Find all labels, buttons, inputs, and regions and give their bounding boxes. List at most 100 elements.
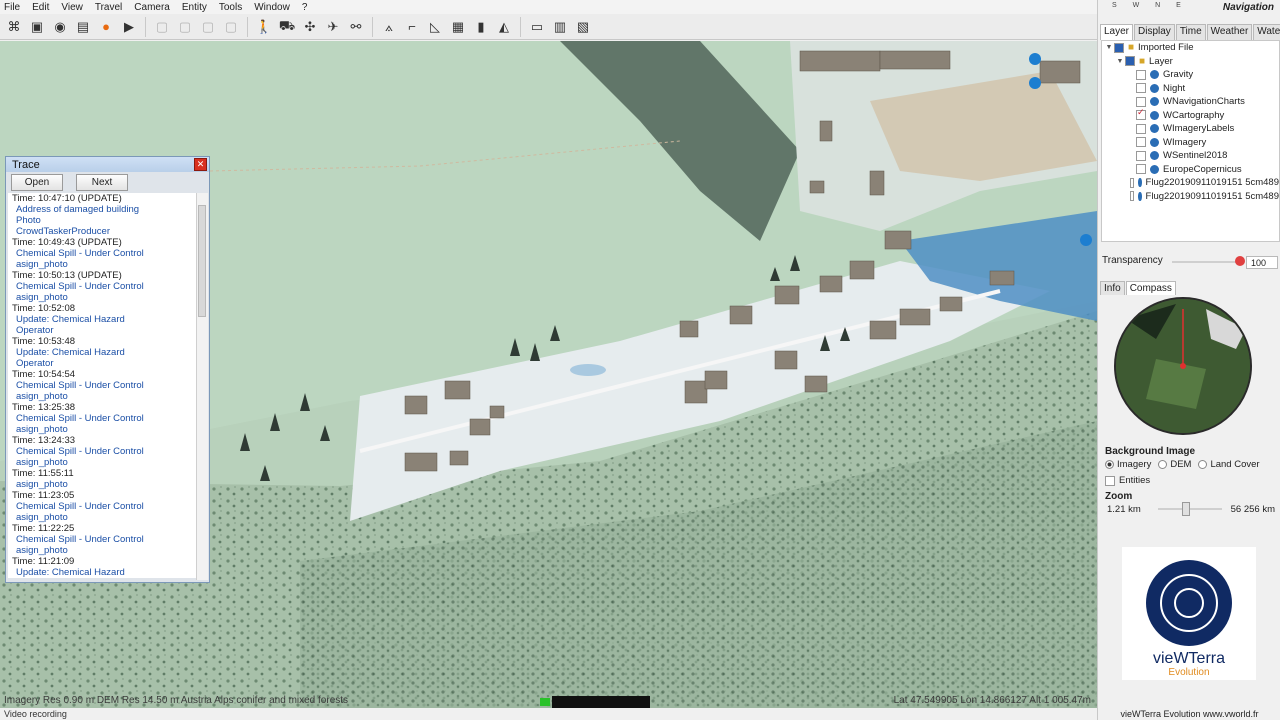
layer-checkbox[interactable]: [1125, 56, 1135, 67]
trace-link[interactable]: Update: Chemical Hazard: [12, 314, 197, 325]
layer-row[interactable]: Gravity: [1102, 68, 1279, 82]
tab-info[interactable]: Info: [1100, 281, 1125, 295]
layer-checkbox[interactable]: [1136, 164, 1146, 175]
layer-row[interactable]: ▼ ■ Layer: [1102, 55, 1279, 69]
layout-icon[interactable]: ▥: [550, 17, 570, 37]
menu-window[interactable]: Window: [250, 2, 298, 13]
trace-link[interactable]: Update: Chemical Hazard: [12, 347, 197, 358]
panel-icon[interactable]: ▧: [573, 17, 593, 37]
radio-button[interactable]: [1105, 460, 1114, 469]
layer-row[interactable]: ▼ ■ Imported File: [1102, 41, 1279, 55]
terrain-icon[interactable]: ◭: [494, 17, 514, 37]
trace-list[interactable]: Time: 10:47:10 (UPDATE) Address of damage…: [8, 193, 197, 578]
entities-checkbox[interactable]: [1105, 475, 1115, 486]
menu-file[interactable]: File: [0, 2, 28, 13]
next-button[interactable]: Next: [76, 173, 128, 191]
export-icon[interactable]: ▣: [27, 17, 47, 37]
trace-link[interactable]: Chemical Spill - Under Control: [12, 413, 197, 424]
walk-icon[interactable]: 🚶: [254, 17, 274, 37]
trace-link[interactable]: Chemical Spill - Under Control: [12, 248, 197, 259]
layer-row[interactable]: Flug220190911019151 5cm489: [1102, 190, 1279, 204]
tab-display[interactable]: Display: [1134, 24, 1175, 40]
trace-title-bar[interactable]: Trace ✕: [6, 157, 209, 172]
layer-checkbox[interactable]: [1129, 177, 1135, 188]
layer-row[interactable]: WSentinel2018: [1102, 149, 1279, 163]
trace-link[interactable]: asign_photo: [12, 479, 197, 490]
camera-icon[interactable]: ⌘: [4, 17, 24, 37]
menu-travel[interactable]: Travel: [91, 2, 130, 13]
compass-minimap[interactable]: [1114, 297, 1252, 435]
bg-option-imagery[interactable]: Imagery: [1105, 459, 1151, 470]
trace-link[interactable]: Operator: [12, 325, 197, 336]
trace-scrollbar[interactable]: [196, 193, 208, 580]
slope-icon[interactable]: ◺: [425, 17, 445, 37]
trace-link[interactable]: CrowdTaskerProducer: [12, 226, 197, 237]
transparency-value[interactable]: 100: [1246, 256, 1278, 269]
transparency-slider-knob[interactable]: [1235, 256, 1245, 266]
record-icon[interactable]: ●: [96, 17, 116, 37]
trace-scroll-thumb[interactable]: [198, 205, 206, 317]
layer-row[interactable]: WImageryLabels: [1102, 122, 1279, 136]
bg-option-land-cover[interactable]: Land Cover: [1198, 459, 1260, 470]
trace-link[interactable]: Operator: [12, 358, 197, 369]
car-icon[interactable]: ⛟: [277, 17, 297, 37]
window-icon[interactable]: ▭: [527, 17, 547, 37]
bg-option-dem[interactable]: DEM: [1158, 459, 1191, 470]
layer-checkbox[interactable]: [1136, 69, 1146, 80]
trace-link[interactable]: asign_photo: [12, 259, 197, 270]
menu-tools[interactable]: Tools: [215, 2, 250, 13]
tab-compass[interactable]: Compass: [1125, 281, 1176, 295]
layer-checkbox[interactable]: [1136, 83, 1146, 94]
close-icon[interactable]: ✕: [194, 158, 207, 171]
tab-layer[interactable]: Layer: [1100, 24, 1134, 40]
menu-entity[interactable]: Entity: [178, 2, 215, 13]
trace-link[interactable]: Update: Chemical Hazard: [12, 567, 197, 578]
save-image-icon[interactable]: ▤: [73, 17, 93, 37]
screenshot-icon[interactable]: ◉: [50, 17, 70, 37]
menu-edit[interactable]: Edit: [28, 2, 57, 13]
trace-link[interactable]: Chemical Spill - Under Control: [12, 534, 197, 545]
menu-help[interactable]: ?: [298, 2, 316, 13]
ruler-icon[interactable]: ▮: [471, 17, 491, 37]
compass-strip[interactable]: S W N E: [1112, 2, 1192, 16]
trace-link[interactable]: asign_photo: [12, 545, 197, 556]
radio-button[interactable]: [1158, 460, 1168, 469]
plane-icon[interactable]: ✈: [323, 17, 343, 37]
trace-link[interactable]: asign_photo: [12, 292, 197, 303]
trace-link[interactable]: asign_photo: [12, 512, 197, 523]
layer-row[interactable]: WImagery: [1102, 136, 1279, 150]
layer-checkbox[interactable]: [1136, 137, 1146, 148]
trace-link[interactable]: Chemical Spill - Under Control: [12, 501, 197, 512]
layer-checkbox[interactable]: [1129, 191, 1135, 202]
tab-time[interactable]: Time: [1175, 24, 1206, 40]
trace-link[interactable]: Address of damaged building: [12, 204, 197, 215]
tab-water[interactable]: Water: [1253, 24, 1280, 40]
layer-row[interactable]: Night: [1102, 82, 1279, 96]
layer-checkbox[interactable]: [1136, 107, 1146, 121]
drone-icon[interactable]: ⚯: [346, 17, 366, 37]
helicopter-icon[interactable]: ✣: [300, 17, 320, 37]
trace-link[interactable]: Photo: [12, 215, 197, 226]
measure-icon[interactable]: ⟑: [379, 17, 399, 37]
line-icon[interactable]: ⌐: [402, 17, 422, 37]
trace-link[interactable]: Chemical Spill - Under Control: [12, 446, 197, 457]
expand-arrow-icon[interactable]: ▼: [1115, 58, 1125, 65]
layer-row[interactable]: EuropeCopernicus: [1102, 163, 1279, 177]
layer-checkbox[interactable]: [1136, 123, 1146, 134]
layer-row[interactable]: WNavigationCharts: [1102, 95, 1279, 109]
video-icon[interactable]: ▶: [119, 17, 139, 37]
trace-link[interactable]: Chemical Spill - Under Control: [12, 281, 197, 292]
open-button[interactable]: Open: [11, 173, 63, 191]
layer-checkbox[interactable]: [1136, 150, 1146, 161]
trace-link[interactable]: asign_photo: [12, 391, 197, 402]
trace-link[interactable]: Chemical Spill - Under Control: [12, 380, 197, 391]
expand-arrow-icon[interactable]: ▼: [1104, 44, 1114, 51]
menu-view[interactable]: View: [57, 2, 91, 13]
trace-link[interactable]: asign_photo: [12, 457, 197, 468]
zoom-slider[interactable]: [1158, 508, 1222, 510]
radio-button[interactable]: [1198, 460, 1208, 469]
menu-camera[interactable]: Camera: [130, 2, 178, 13]
transparency-slider[interactable]: [1172, 261, 1238, 263]
grid-icon[interactable]: ▦: [448, 17, 468, 37]
layer-row[interactable]: Flug220190911019151 5cm489: [1102, 176, 1279, 190]
